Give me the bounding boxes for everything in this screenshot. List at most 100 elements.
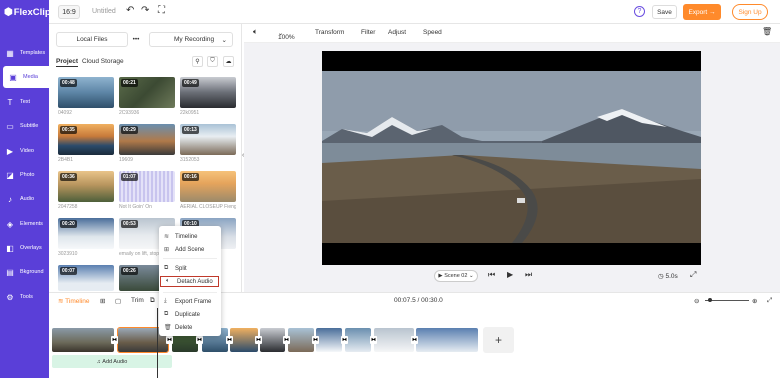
timeline-clip[interactable]: [260, 328, 285, 352]
media-thumb[interactable]: 00:20: [58, 218, 114, 249]
menu-item-detach-audio[interactable]: 🔈︎ Detach Audio: [160, 276, 219, 287]
transition-icon[interactable]: ⧓: [226, 336, 233, 344]
signup-button[interactable]: Sign Up: [732, 4, 768, 20]
add-audio-button[interactable]: ♫ Add Audio: [52, 355, 172, 368]
trash-icon[interactable]: 🗑︎: [762, 27, 772, 36]
zoom-select[interactable]: 100% ⌄: [278, 29, 295, 41]
transition-icon[interactable]: ⧓: [111, 336, 118, 344]
transition-icon[interactable]: ⧓: [411, 336, 418, 344]
tab-project[interactable]: Project: [56, 58, 79, 67]
timeline-label: Timeline: [65, 298, 90, 305]
menu-label: Timeline: [175, 233, 198, 240]
media-thumb-audio[interactable]: 01:07: [119, 171, 175, 202]
help-icon[interactable]: ?: [634, 6, 645, 17]
nav-item-overlays[interactable]: ◧ Overlays: [0, 237, 49, 259]
duration-badge: 00:13: [182, 126, 199, 134]
aspect-ratio-button[interactable]: 16:9: [58, 5, 80, 19]
transform-button[interactable]: Transform: [315, 29, 344, 36]
my-recording-dropdown[interactable]: My Recording ⌄: [149, 32, 233, 47]
speaker-icon: 🔈︎: [166, 278, 170, 284]
media-thumb[interactable]: 00:49: [180, 77, 236, 108]
nav-item-subtitle[interactable]: ▭ Subtitle: [0, 115, 49, 137]
fullscreen-icon[interactable]: ⛶: [158, 5, 165, 16]
nav-item-photo[interactable]: ◪ Photo: [0, 164, 49, 186]
media-thumb[interactable]: 00:48: [58, 77, 114, 108]
cloud-icon[interactable]: ☁: [223, 56, 234, 67]
nav-item-elements[interactable]: ◈ Elements: [0, 213, 49, 235]
filter-button[interactable]: Filter: [361, 29, 375, 36]
add-media-icon[interactable]: ⊞: [100, 297, 105, 305]
media-thumb[interactable]: 00:07: [58, 265, 114, 291]
timeline-clip[interactable]: [374, 328, 414, 352]
preview-toolbar: 🔈︎ 100% ⌄ Transform Filter Adjust Speed …: [244, 24, 780, 43]
save-button[interactable]: Save: [652, 5, 677, 19]
timeline-toggle[interactable]: ≋ Timeline: [58, 297, 89, 305]
tab-cloud-storage[interactable]: Cloud Storage: [82, 58, 124, 65]
timeline-clip[interactable]: [345, 328, 371, 352]
media-thumb[interactable]: 00:29: [119, 124, 175, 155]
scene-icon[interactable]: ▢: [115, 297, 121, 305]
media-name: 2047258: [58, 204, 78, 210]
zoom-in-icon[interactable]: ⊕: [752, 297, 757, 305]
previous-icon[interactable]: ⏮: [488, 270, 495, 280]
timeline-clip[interactable]: [52, 328, 114, 352]
timeline-clip[interactable]: [230, 328, 258, 352]
split-icon[interactable]: ⧉: [150, 297, 155, 305]
transition-icon[interactable]: ⧓: [312, 336, 319, 344]
media-thumb[interactable]: 00:16: [180, 171, 236, 202]
nav-item-tools[interactable]: ⚙ Tools: [0, 286, 49, 308]
zoom-out-icon[interactable]: ⊖: [694, 297, 699, 305]
play-icon[interactable]: ▶: [507, 270, 513, 279]
next-icon[interactable]: ⏭: [525, 270, 532, 280]
scene-selector[interactable]: ▶ Scene 02 ⌄: [434, 270, 478, 282]
project-title[interactable]: Untitled: [92, 8, 116, 15]
transition-icon[interactable]: ⧓: [196, 336, 203, 344]
zoom-slider-handle[interactable]: [708, 298, 712, 302]
undo-icon[interactable]: ↶: [126, 5, 134, 16]
video-preview[interactable]: [322, 51, 701, 265]
nav-item-background[interactable]: ▤ Bkground: [0, 261, 49, 283]
expand-icon[interactable]: ⤢: [767, 297, 772, 305]
timeline-clip[interactable]: [416, 328, 478, 352]
filter-icon[interactable]: ⛉: [207, 56, 218, 67]
transition-icon[interactable]: ⧓: [255, 336, 262, 344]
media-thumb[interactable]: 00:36: [58, 171, 114, 202]
transition-icon[interactable]: ⧓: [283, 336, 290, 344]
duration-display[interactable]: ◷ 5.0s: [658, 272, 678, 280]
duration-badge: 00:07: [60, 267, 77, 275]
nav-item-media[interactable]: ▣ Media: [3, 66, 49, 88]
local-files-button[interactable]: Local Files: [56, 32, 128, 47]
add-clip-button[interactable]: +: [483, 327, 514, 353]
export-button[interactable]: Export →: [683, 4, 721, 20]
media-thumb[interactable]: 00:21: [119, 77, 175, 108]
menu-item-timeline[interactable]: ≋ Timeline: [159, 231, 221, 242]
flexclip-logo[interactable]: ⬢ FlexClip: [0, 0, 51, 24]
volume-icon[interactable]: 🔈︎: [253, 27, 258, 37]
menu-item-split[interactable]: ⧉ Split: [159, 263, 221, 274]
nav-item-text[interactable]: T Text: [0, 91, 49, 113]
playhead[interactable]: [157, 308, 158, 378]
menu-item-delete[interactable]: 🗑︎ Delete: [159, 322, 221, 333]
menu-item-export-frame[interactable]: ⤓ Export Frame: [159, 296, 221, 307]
transition-icon[interactable]: ⧓: [370, 336, 377, 344]
transition-icon[interactable]: ⧓: [341, 336, 348, 344]
media-thumb[interactable]: 00:13: [180, 124, 236, 155]
nav-item-audio[interactable]: ♪ Audio: [0, 188, 49, 210]
timeline-clip[interactable]: [316, 328, 342, 352]
menu-label: Export Frame: [175, 298, 212, 305]
media-thumb[interactable]: 00:35: [58, 124, 114, 155]
nav-label: Audio: [20, 196, 35, 202]
timeline-clip[interactable]: [288, 328, 314, 352]
search-icon[interactable]: ⚲: [192, 56, 203, 67]
more-button[interactable]: •••: [128, 32, 144, 47]
trim-button[interactable]: Trim: [131, 297, 144, 304]
adjust-button[interactable]: Adjust: [388, 29, 406, 36]
transition-icon[interactable]: ⧓: [166, 336, 173, 344]
redo-icon[interactable]: ↷: [141, 5, 149, 16]
menu-item-duplicate[interactable]: ⧉ Duplicate: [159, 309, 221, 320]
menu-item-add-scene[interactable]: ⊞ Add Scene: [159, 244, 221, 255]
nav-item-video[interactable]: ▶ Video: [0, 140, 49, 162]
speed-button[interactable]: Speed: [423, 29, 442, 36]
fullscreen-preview-icon[interactable]: ⤢: [690, 270, 696, 280]
nav-item-templates[interactable]: ▦ Templates: [0, 42, 49, 64]
